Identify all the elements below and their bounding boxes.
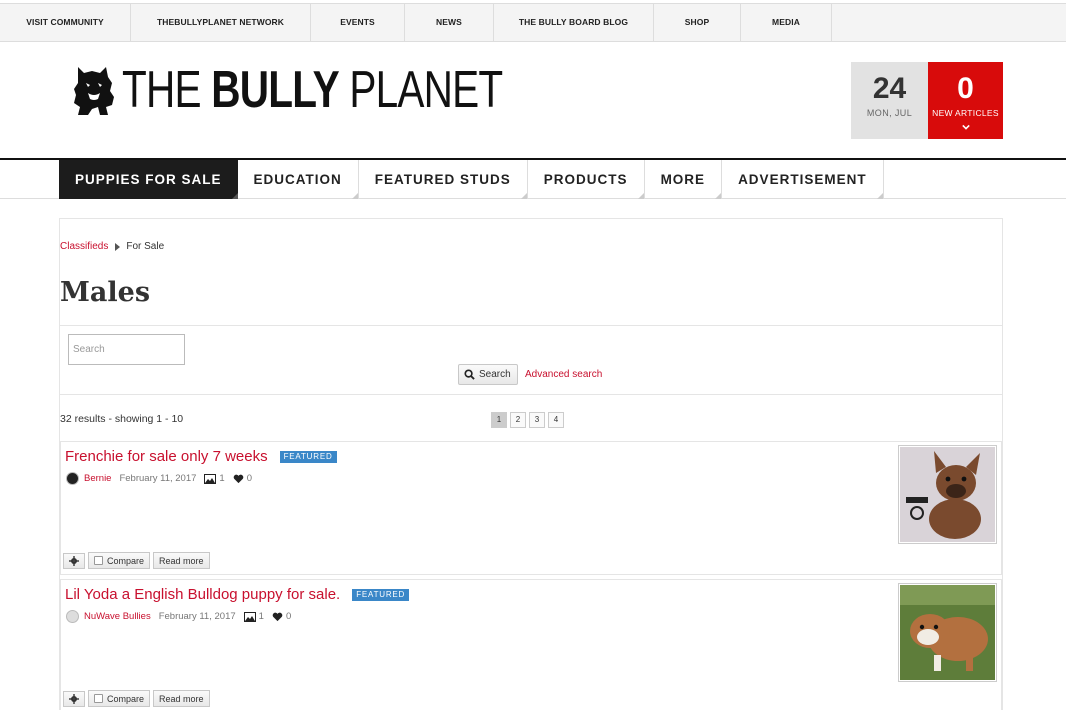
listing-like-count: 0 [285, 611, 292, 622]
listing-like-count: 0 [246, 473, 252, 484]
search-button-label: Search [479, 369, 511, 380]
date-widget: 24 MON, JUL [851, 62, 928, 139]
avatar [66, 610, 79, 623]
image-icon [243, 611, 256, 622]
topnav-bully-board-blog[interactable]: THE BULLY BOARD BLOG [494, 4, 654, 41]
page-4-button[interactable]: 4 [548, 412, 564, 428]
listing-meta: NuWave Bullies February 11, 2017 1 0 [66, 610, 299, 623]
main-navigation: PUPPIES FOR SALE EDUCATION FEATURED STUD… [0, 158, 1066, 199]
page-1-button[interactable]: 1 [491, 412, 507, 428]
topnav-visit-community[interactable]: VISIT COMMUNITY [0, 4, 131, 41]
compare-label: Compare [107, 693, 145, 704]
date-day: 24 [872, 72, 907, 105]
page-3-button[interactable]: 3 [529, 412, 545, 428]
topnav-events[interactable]: EVENTS [311, 4, 405, 41]
nav-featured-studs[interactable]: FEATURED STUDS [359, 160, 528, 199]
listing-actions: Compare Read more [63, 690, 210, 707]
gear-icon [69, 693, 79, 704]
nav-education[interactable]: EDUCATION [238, 160, 359, 199]
bulldog-logo-icon [74, 67, 114, 115]
content-area: Classifieds For Sale Males Search Advanc… [59, 218, 1003, 710]
listing-title-link[interactable]: Lil Yoda a English Bulldog puppy for sal… [65, 586, 340, 603]
topnav-network[interactable]: THEBULLYPLANET NETWORK [131, 4, 311, 41]
pagination: 1 2 3 4 [491, 412, 564, 428]
listing-author-link[interactable]: NuWave Bullies [84, 611, 151, 622]
nav-products[interactable]: PRODUCTS [528, 160, 645, 199]
featured-badge: FEATURED [352, 588, 410, 601]
listing-date: February 11, 2017 [158, 611, 236, 622]
advanced-search-link[interactable]: Advanced search [525, 369, 602, 380]
listing-meta: Bernie February 11, 2017 1 0 [66, 472, 260, 485]
listing-image-count: 1 [219, 473, 225, 484]
gear-button[interactable] [63, 552, 85, 569]
search-panel: Search [60, 325, 1002, 395]
new-articles-count: 0 [957, 72, 974, 105]
read-more-button[interactable]: Read more [153, 552, 210, 569]
listing-item: Lil Yoda a English Bulldog puppy for sal… [60, 579, 1002, 710]
nav-more[interactable]: MORE [645, 160, 723, 199]
topnav-news[interactable]: NEWS [405, 4, 494, 41]
new-articles-label: NEW ARTICLES [932, 108, 999, 118]
featured-badge: FEATURED [279, 450, 337, 463]
compare-checkbox[interactable] [94, 694, 103, 703]
compare-label: Compare [107, 555, 145, 566]
avatar [66, 472, 79, 485]
search-icon [464, 369, 475, 380]
listing-thumbnail[interactable] [898, 583, 997, 682]
caret-right-icon [115, 242, 121, 251]
new-articles-widget[interactable]: 0 NEW ARTICLES [928, 62, 1003, 139]
page-title: Males [60, 277, 151, 308]
search-button[interactable]: Search [458, 364, 518, 385]
date-weekday-month: MON, JUL [866, 108, 913, 118]
listing-date: February 11, 2017 [119, 473, 197, 484]
heart-icon[interactable] [272, 612, 283, 622]
heart-icon[interactable] [233, 474, 244, 484]
gear-button[interactable] [63, 690, 85, 707]
gear-icon [69, 555, 79, 566]
breadcrumb-classifieds[interactable]: Classifieds [60, 241, 108, 252]
topnav-media[interactable]: MEDIA [741, 4, 832, 41]
image-icon [204, 473, 217, 484]
topnav-shop[interactable]: SHOP [654, 4, 741, 41]
listing-image-count: 1 [258, 611, 264, 622]
compare-button[interactable]: Compare [88, 552, 151, 569]
listing-title-link[interactable]: Frenchie for sale only 7 weeks [65, 448, 268, 465]
listing-author-link[interactable]: Bernie [84, 473, 111, 484]
top-navigation: VISIT COMMUNITY THEBULLYPLANET NETWORK E… [0, 3, 1066, 42]
nav-puppies-for-sale[interactable]: PUPPIES FOR SALE [59, 160, 238, 199]
compare-checkbox[interactable] [94, 556, 103, 565]
read-more-button[interactable]: Read more [153, 690, 210, 707]
site-logo-text: THE BULLY PLANET [122, 61, 503, 119]
nav-advertisement[interactable]: ADVERTISEMENT [722, 160, 884, 199]
results-count: 32 results - showing 1 - 10 [60, 413, 184, 425]
listing-thumbnail[interactable] [898, 445, 997, 544]
site-logo[interactable]: THE BULLY PLANET [70, 62, 610, 118]
breadcrumb-current: For Sale [126, 241, 165, 252]
page-2-button[interactable]: 2 [510, 412, 526, 428]
chevron-down-icon [961, 124, 970, 130]
english-bulldog-puppy-image [900, 585, 995, 680]
compare-button[interactable]: Compare [88, 690, 151, 707]
search-input[interactable] [68, 334, 185, 365]
listing-actions: Compare Read more [63, 552, 210, 569]
french-bulldog-puppy-image [900, 447, 995, 542]
listing-item: Frenchie for sale only 7 weeks FEATURED … [60, 441, 1002, 575]
breadcrumb: Classifieds For Sale [60, 241, 164, 252]
